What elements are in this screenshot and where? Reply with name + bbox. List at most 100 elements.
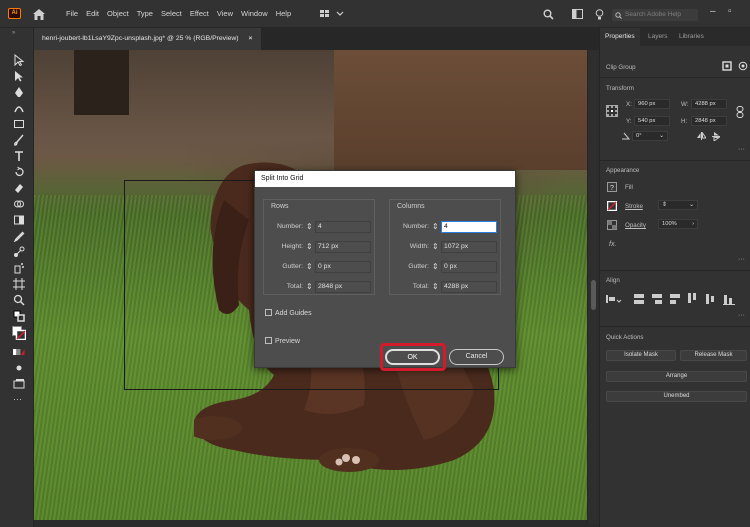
align-buttons-icon[interactable] [606, 293, 744, 305]
tab-layers[interactable]: Layers [643, 28, 673, 46]
color-mode-icon[interactable] [13, 346, 25, 358]
type-tool-icon[interactable] [13, 150, 25, 162]
chevron-right-icon[interactable]: › [692, 220, 694, 228]
menu-effect[interactable]: Effect [190, 9, 209, 18]
appearance-more-icon[interactable]: ··· [738, 256, 745, 263]
menu-file[interactable]: File [66, 9, 78, 18]
columns-number-field[interactable]: 4 [441, 221, 497, 233]
chevron-down-icon[interactable]: ⌄ [659, 132, 664, 140]
search-input[interactable]: Search Adobe Help [612, 9, 698, 21]
stepper-icon[interactable]: ⇕ [306, 262, 313, 271]
rows-number-field[interactable]: 4 [315, 221, 371, 233]
pen-tool-icon[interactable] [13, 86, 25, 98]
zoom-tool-icon[interactable] [13, 294, 25, 306]
columns-width-field[interactable]: 1072 px [441, 241, 497, 253]
stepper-icon[interactable]: ⇕ [432, 282, 439, 291]
w-field[interactable]: 4288 px [691, 99, 727, 109]
arrange-button[interactable]: Arrange [606, 371, 747, 382]
stepper-icon[interactable]: ⇕ [432, 222, 439, 231]
stroke-label[interactable]: Stroke [625, 203, 643, 210]
fill-stroke-swatch-icon[interactable] [12, 326, 26, 340]
flip-vertical-icon[interactable] [712, 132, 720, 141]
fx-button[interactable]: fx. [609, 241, 616, 248]
eraser-tool-icon[interactable] [13, 182, 25, 194]
isolate-mask-button[interactable]: Isolate Mask [606, 350, 676, 361]
close-icon[interactable]: × [249, 35, 253, 42]
columns-gutter-field[interactable]: 0 px [441, 261, 497, 273]
scrollbar-thumb[interactable] [591, 280, 596, 310]
minimize-icon[interactable]: – [710, 6, 716, 17]
stepper-icon[interactable]: ⇕ [432, 242, 439, 251]
artboard-tool-icon[interactable] [13, 278, 25, 290]
stroke-swatch-icon[interactable] [607, 201, 617, 211]
screen-mode-icon[interactable] [13, 378, 25, 390]
checkbox-box[interactable] [265, 309, 272, 316]
curvature-tool-icon[interactable] [13, 102, 25, 114]
opacity-label[interactable]: Opacity [625, 222, 646, 229]
lightbulb-icon[interactable] [595, 9, 604, 20]
menu-window[interactable]: Window [241, 9, 268, 18]
blend-tool-icon[interactable] [13, 246, 25, 258]
direct-selection-tool-icon[interactable] [13, 70, 25, 82]
rotate-tool-icon[interactable] [13, 166, 25, 178]
shape-builder-tool-icon[interactable] [13, 198, 25, 210]
preview-checkbox[interactable]: Preview [265, 337, 300, 345]
checkbox-box[interactable] [265, 337, 272, 344]
menu-object[interactable]: Object [107, 9, 129, 18]
x-field[interactable]: 960 px [634, 99, 670, 109]
isolate-icon[interactable] [738, 61, 748, 71]
flip-horizontal-icon[interactable] [697, 132, 706, 140]
arrange-documents-icon[interactable] [572, 9, 583, 19]
menu-type[interactable]: Type [137, 9, 153, 18]
gradient-tool-icon[interactable] [13, 214, 25, 226]
draw-mode-icon[interactable] [13, 362, 25, 374]
workspace-switcher-icon[interactable] [320, 10, 344, 18]
brush-tool-icon[interactable] [13, 134, 25, 146]
eyedropper-tool-icon[interactable] [13, 230, 25, 242]
more-tools-icon[interactable]: ··· [13, 394, 25, 406]
fill-swatch-icon[interactable]: ? [607, 182, 617, 192]
symbol-sprayer-tool-icon[interactable] [13, 262, 25, 274]
rows-gutter-field[interactable]: 0 px [315, 261, 371, 273]
menu-select[interactable]: Select [161, 9, 182, 18]
document-tab-bar: henri-joubert-lb1LsaY9Zpc-unsplash.jpg* … [34, 28, 599, 50]
stepper-icon[interactable]: ⇕ [306, 222, 313, 231]
rectangle-tool-icon[interactable] [13, 118, 25, 130]
columns-total-field[interactable]: 4288 px [441, 281, 497, 293]
rows-height-field[interactable]: 712 px [315, 241, 371, 253]
cancel-button[interactable]: Cancel [449, 349, 504, 365]
clip-group-icon[interactable] [722, 61, 732, 71]
stepper-icon[interactable]: ⇕ [306, 282, 313, 291]
vertical-scrollbar[interactable] [587, 50, 599, 524]
h-field[interactable]: 2848 px [691, 116, 727, 126]
maximize-icon[interactable]: ▫ [728, 6, 732, 17]
collapse-chevrons-icon[interactable]: » [12, 30, 15, 36]
rows-total-field[interactable]: 2848 px [315, 281, 371, 293]
tab-libraries[interactable]: Libraries [674, 28, 709, 46]
transform-more-icon[interactable]: ··· [738, 146, 745, 153]
chevron-down-icon[interactable]: ⌄ [689, 201, 694, 209]
default-fill-stroke-icon[interactable] [13, 310, 25, 322]
search-icon[interactable] [543, 9, 554, 20]
chain-link-icon[interactable] [736, 106, 744, 118]
y-field[interactable]: 540 px [634, 116, 670, 126]
release-mask-button[interactable]: Release Mask [680, 350, 747, 361]
selection-tool-icon[interactable] [13, 54, 25, 66]
add-guides-checkbox[interactable]: Add Guides [265, 309, 312, 317]
align-more-icon[interactable]: ··· [738, 312, 745, 319]
angle-field[interactable]: 0° ⌄ [632, 131, 668, 141]
menu-help[interactable]: Help [276, 9, 291, 18]
home-icon[interactable] [33, 9, 45, 20]
unembed-button[interactable]: Unembed [606, 391, 747, 402]
stepper-icon[interactable]: ⇕ [306, 242, 313, 251]
menu-edit[interactable]: Edit [86, 9, 99, 18]
stepper-icon[interactable]: ⇕ [432, 262, 439, 271]
menu-view[interactable]: View [217, 9, 233, 18]
stroke-weight-field[interactable]: ⇕ ⌄ [658, 200, 698, 210]
document-tab[interactable]: henri-joubert-lb1LsaY9Zpc-unsplash.jpg* … [34, 28, 261, 50]
stroke-spinner-icon[interactable]: ⇕ [662, 202, 667, 208]
reference-point-icon[interactable] [606, 105, 618, 117]
ok-button[interactable]: OK [385, 349, 440, 365]
opacity-field[interactable]: 100% › [658, 219, 698, 229]
tab-properties[interactable]: Properties [600, 28, 640, 46]
